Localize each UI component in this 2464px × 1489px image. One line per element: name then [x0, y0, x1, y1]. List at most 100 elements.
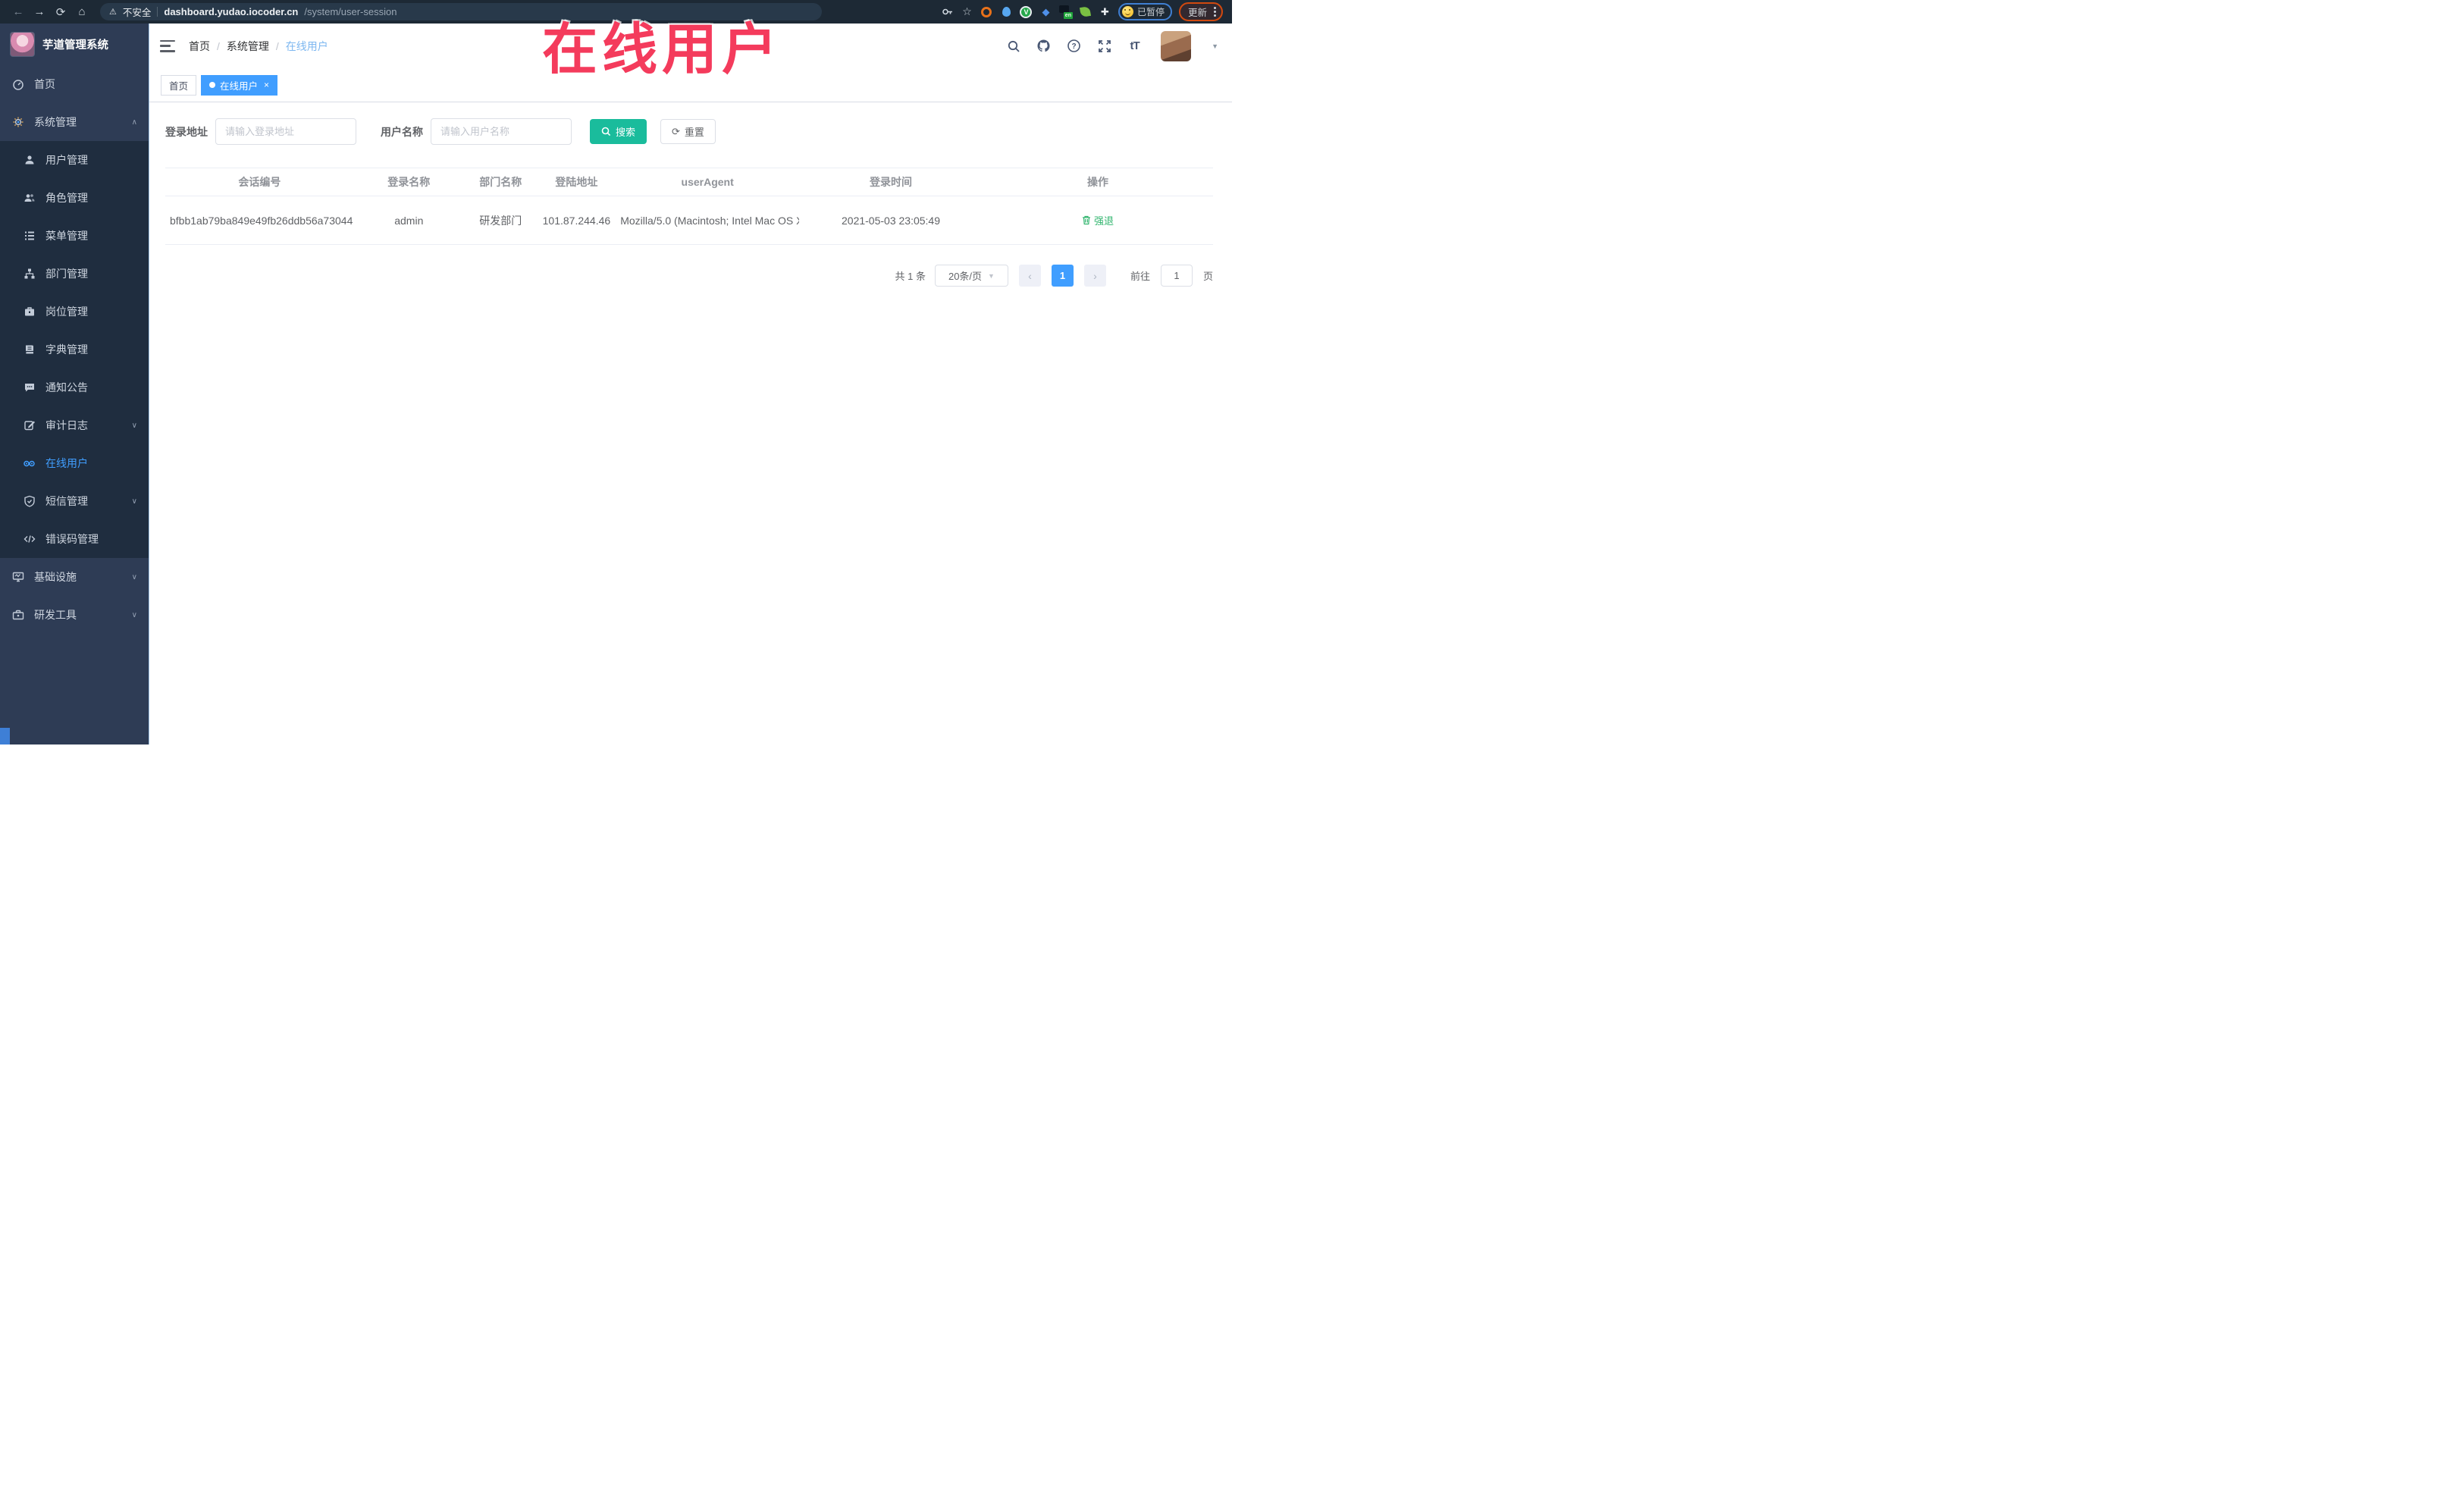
col-user-agent: userAgent [616, 168, 800, 196]
total-count: 共 1 条 [895, 271, 926, 282]
extension-icon-green-leaf[interactable] [1079, 5, 1092, 18]
cell-login-address: 101.87.244.46 [537, 196, 616, 245]
sidebar-item-notice[interactable]: 通知公告 [0, 368, 149, 406]
extension-icon-orange-ring[interactable] [980, 5, 993, 18]
sidebar-item-home[interactable]: 首页 [0, 65, 149, 103]
breadcrumb-system[interactable]: 系统管理 [227, 39, 269, 54]
search-button[interactable]: 搜索 [590, 119, 647, 144]
sidebar-item-system[interactable]: 系统管理 ∧ [0, 103, 149, 141]
key-icon[interactable] [941, 5, 954, 18]
search-icon[interactable] [1006, 39, 1020, 53]
prev-page-button[interactable]: ‹ [1018, 265, 1041, 287]
page-topbar: 首页 / 系统管理 / 在线用户 ? tT ▼ [149, 24, 1232, 68]
chevron-down-icon: ∨ [131, 572, 137, 581]
url-path[interactable]: /system/user-session [304, 6, 397, 17]
tab-home[interactable]: 首页 [161, 74, 197, 96]
avatar-caret-icon[interactable]: ▼ [1212, 42, 1218, 50]
sidebar-item-infrastructure[interactable]: 基础设施 ∨ [0, 558, 149, 596]
col-session-id: 会话编号 [165, 168, 354, 196]
paused-label: 已暂停 [1136, 7, 1165, 17]
close-tab-icon[interactable]: × [264, 80, 269, 90]
user-icon [23, 154, 36, 167]
back-icon[interactable]: ← [9, 3, 27, 21]
refresh-icon: ⟳ [672, 125, 680, 137]
tags-view-bar: 首页 在线用户 × [149, 68, 1232, 102]
home-icon[interactable]: ⌂ [73, 3, 91, 21]
github-icon[interactable] [1036, 39, 1051, 53]
paused-extension-badge[interactable]: 已暂停 [1118, 3, 1172, 20]
tab-online-users[interactable]: 在线用户 × [201, 74, 278, 96]
update-button[interactable]: 更新 [1188, 5, 1207, 19]
sidebar-item-online-users[interactable]: 在线用户 [0, 444, 149, 482]
sidebar-item-user-mgmt[interactable]: 用户管理 [0, 141, 149, 179]
help-icon[interactable]: ? [1067, 39, 1081, 53]
breadcrumb-home[interactable]: 首页 [189, 39, 210, 54]
page-size-select[interactable]: 20条/页 ▼ [934, 265, 1008, 287]
col-login-time: 登录时间 [799, 168, 983, 196]
cell-login-name: admin [353, 196, 464, 245]
sidebar: 芋道管理系统 首页 系统管理 ∧ 用户管理 角色管理 菜单管理 部门管理 岗位管… [0, 24, 149, 744]
login-address-label: 登录地址 [165, 125, 208, 138]
goto-page-input[interactable] [1160, 265, 1193, 287]
breadcrumb-separator: / [217, 39, 220, 52]
extension-icon-blue-gem[interactable]: ◆ [1039, 5, 1052, 18]
font-size-icon[interactable]: tT [1127, 39, 1142, 53]
address-bar[interactable]: ⚠ 不安全 dashboard.yudao.iocoder.cn/system/… [100, 3, 822, 20]
tree-icon [23, 268, 36, 281]
table-header-row: 会话编号 登录名称 部门名称 登陆地址 userAgent 登录时间 操作 [165, 168, 1213, 196]
users-icon [23, 192, 36, 205]
forward-icon[interactable]: → [30, 3, 49, 21]
username-input[interactable] [431, 118, 572, 145]
username-label: 用户名称 [381, 125, 423, 138]
login-address-input[interactable] [215, 118, 356, 145]
logo-image [10, 32, 35, 57]
sidebar-item-errcode-mgmt[interactable]: 错误码管理 [0, 520, 149, 558]
security-label[interactable]: 不安全 [123, 5, 152, 19]
active-tab-dot [209, 82, 216, 88]
next-page-button[interactable]: › [1083, 265, 1106, 287]
sidebar-item-dict-mgmt[interactable]: 字典管理 [0, 331, 149, 368]
user-avatar[interactable] [1161, 30, 1192, 61]
hamburger-icon[interactable] [160, 39, 175, 52]
sidebar-logo[interactable]: 芋道管理系统 [0, 24, 149, 65]
reload-icon[interactable]: ⟳ [52, 3, 70, 21]
url-domain[interactable]: dashboard.yudao.iocoder.cn [164, 6, 298, 17]
online-users-table: 会话编号 登录名称 部门名称 登陆地址 userAgent 登录时间 操作 bf… [165, 168, 1213, 245]
col-login-name: 登录名称 [353, 168, 464, 196]
svg-text:?: ? [1072, 42, 1077, 51]
sidebar-item-menu-mgmt[interactable]: 菜单管理 [0, 217, 149, 255]
system-submenu: 用户管理 角色管理 菜单管理 部门管理 岗位管理 字典管理 通知公告 审计日志 … [0, 141, 149, 558]
extensions-puzzle-icon[interactable]: ✚ [1099, 5, 1111, 18]
book-icon [23, 343, 36, 356]
app-frame: 芋道管理系统 首页 系统管理 ∧ 用户管理 角色管理 菜单管理 部门管理 岗位管… [0, 24, 1232, 744]
topbar-actions: ? tT ▼ [1006, 30, 1218, 61]
browser-toolbar: ← → ⟳ ⌂ ⚠ 不安全 dashboard.yudao.iocoder.cn… [0, 0, 1232, 24]
bookmark-star-icon[interactable]: ☆ [961, 5, 973, 18]
cell-session-id: bfbb1ab79ba849e49fb26ddb56a73044 [165, 196, 354, 245]
sidebar-item-dept-mgmt[interactable]: 部门管理 [0, 255, 149, 293]
extension-icon-blue-drop[interactable] [1000, 5, 1013, 18]
online-users-icon [23, 457, 36, 470]
breadcrumb-current: 在线用户 [285, 39, 328, 52]
monitor-icon [11, 571, 24, 584]
page-content: 登录地址 用户名称 搜索 ⟳ 重置 会话编 [149, 102, 1232, 744]
sidebar-item-audit-log[interactable]: 审计日志 ∨ [0, 406, 149, 444]
fullscreen-icon[interactable] [1097, 39, 1111, 53]
corner-scroll-indicator [0, 728, 10, 744]
extension-icon-translator[interactable]: en [1058, 5, 1073, 19]
force-logout-button[interactable]: 强退 [1082, 213, 1114, 227]
chevron-down-icon: ∨ [131, 610, 137, 619]
browser-menu-icon[interactable] [1212, 7, 1218, 17]
col-actions: 操作 [982, 168, 1213, 196]
sidebar-item-dev-tools[interactable]: 研发工具 ∨ [0, 596, 149, 634]
extension-icon-green-v[interactable]: V [1020, 5, 1033, 18]
magnifier-icon [601, 127, 611, 136]
sidebar-item-sms-mgmt[interactable]: 短信管理 ∨ [0, 482, 149, 520]
list-icon [23, 230, 36, 243]
sidebar-item-post-mgmt[interactable]: 岗位管理 [0, 293, 149, 331]
reset-button[interactable]: ⟳ 重置 [660, 119, 716, 144]
briefcase-icon [23, 306, 36, 318]
emoji-face-icon [1121, 6, 1133, 17]
page-number-1[interactable]: 1 [1051, 265, 1074, 287]
sidebar-item-role-mgmt[interactable]: 角色管理 [0, 179, 149, 217]
